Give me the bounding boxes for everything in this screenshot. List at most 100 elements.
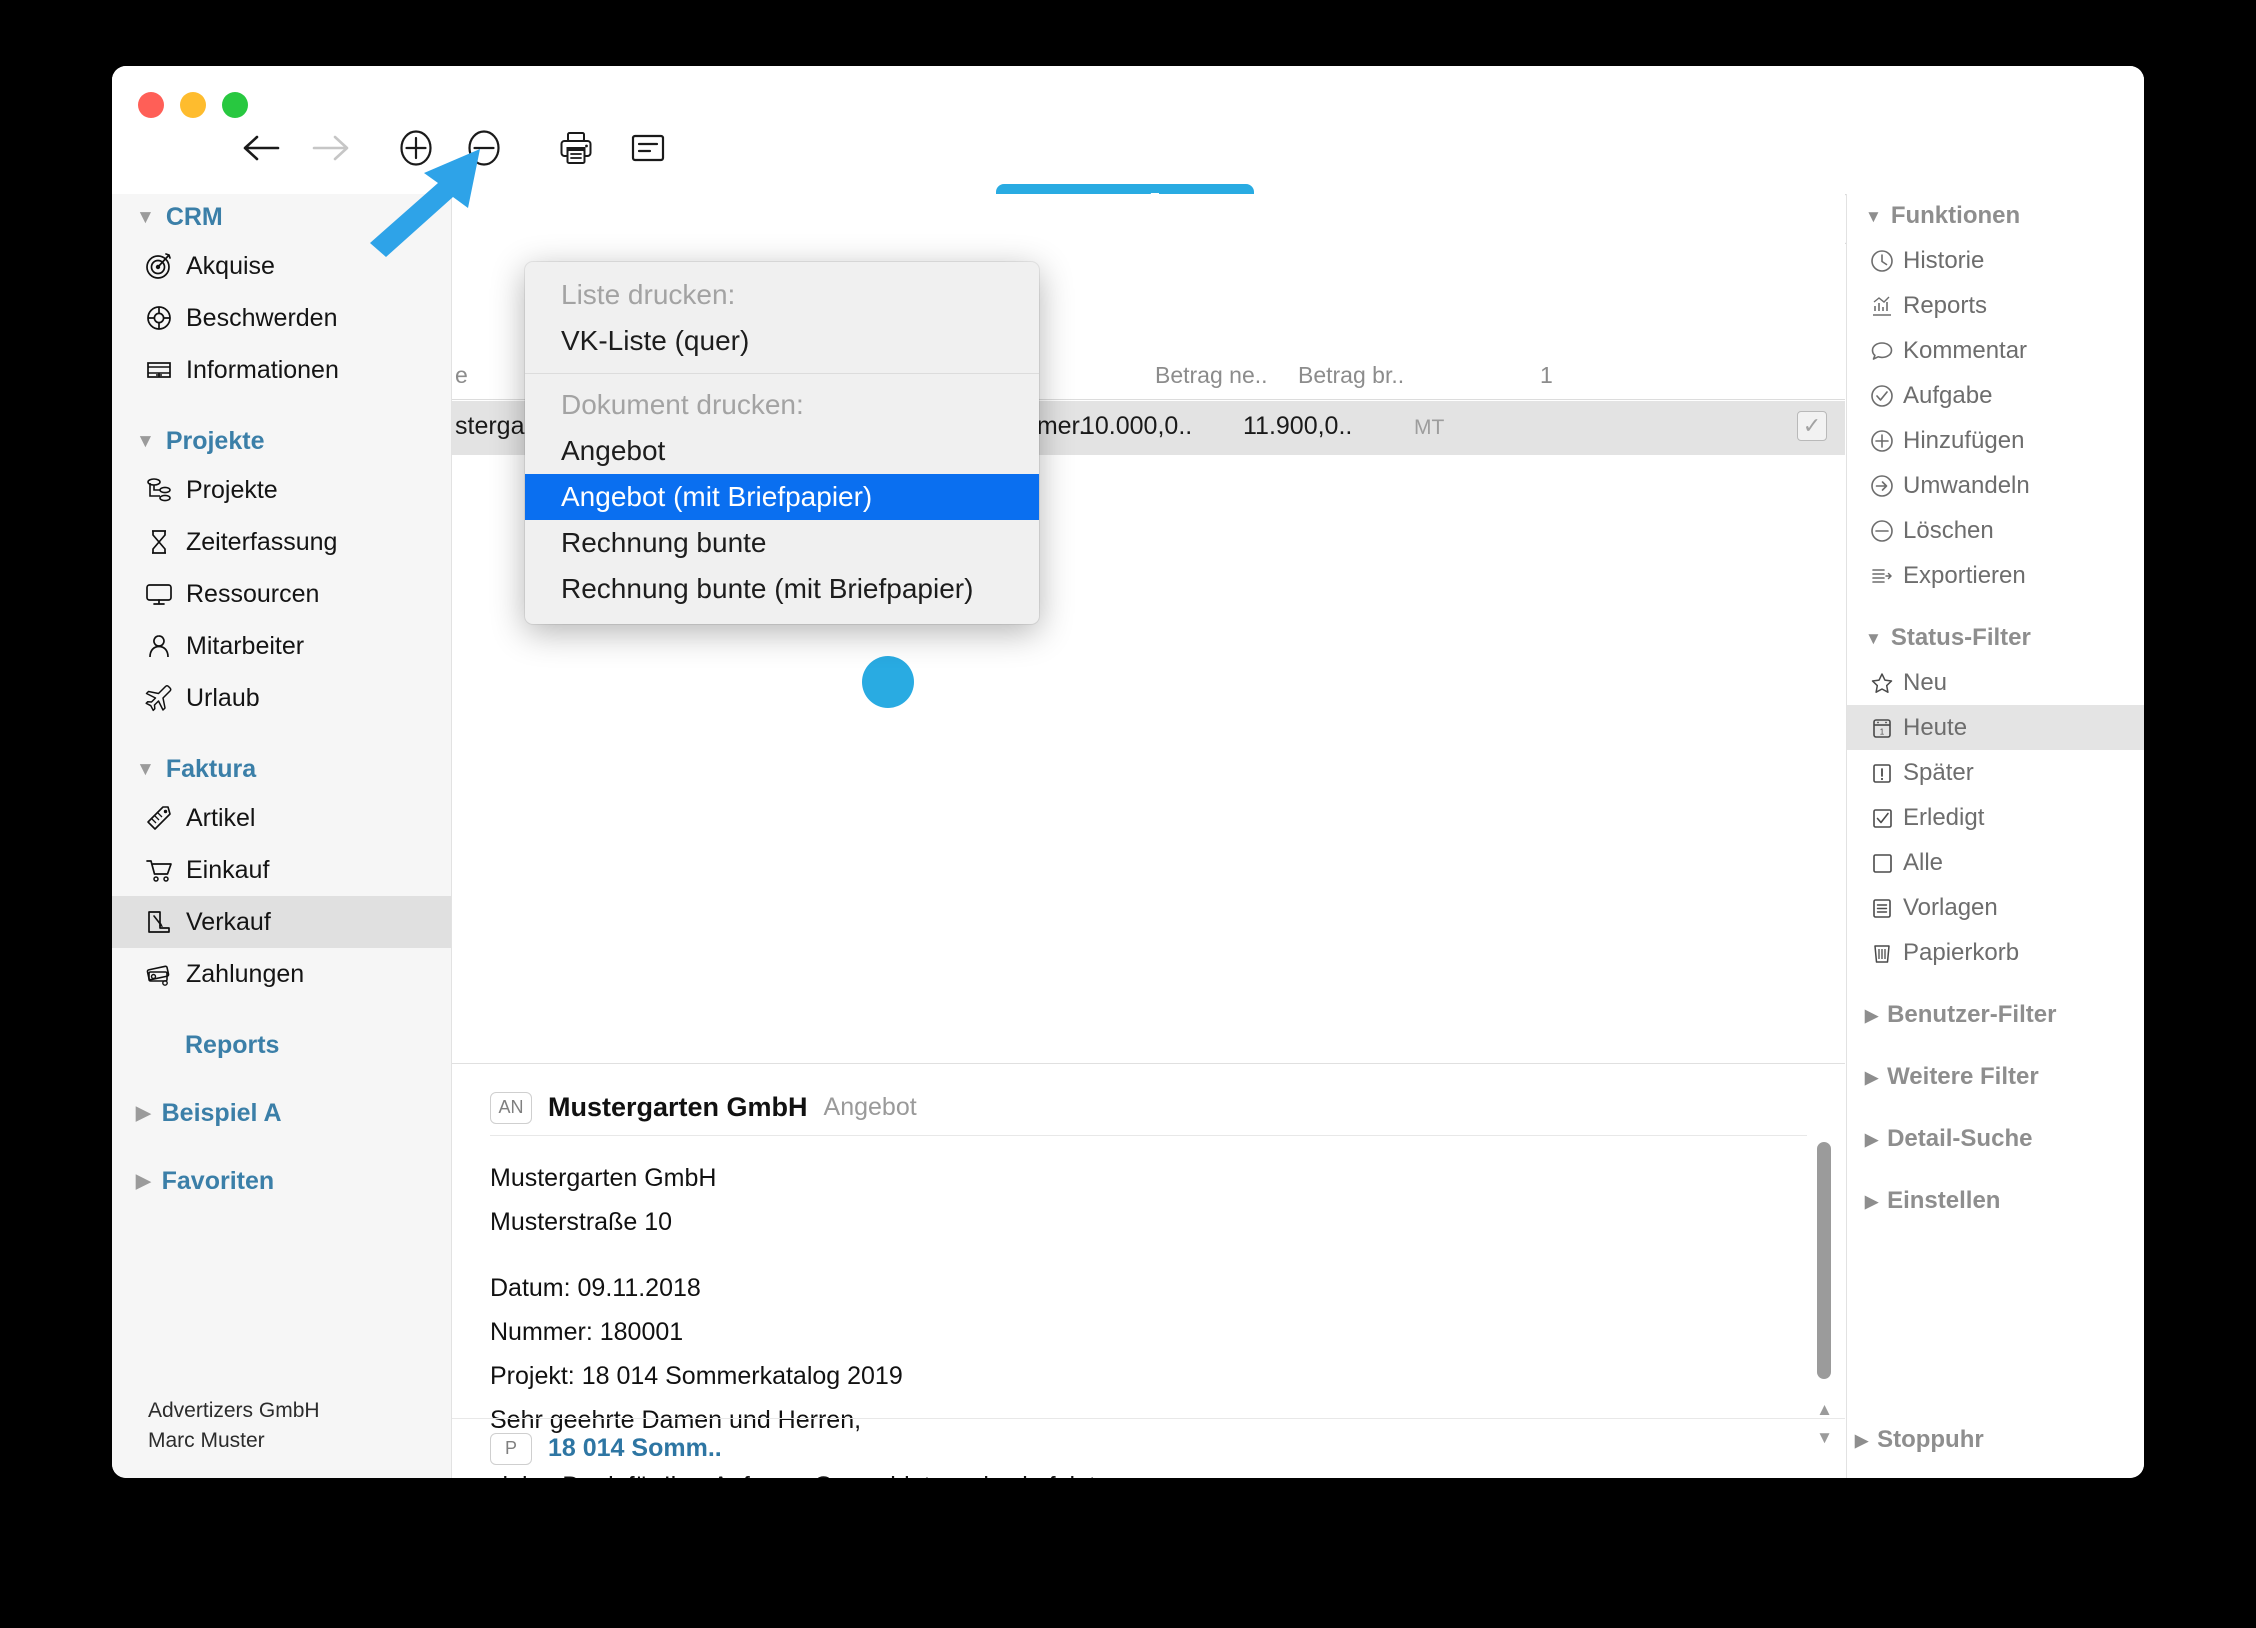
- rightbar-item-label: Umwandeln: [1903, 471, 2030, 499]
- sidebar-link-beispiel-a[interactable]: ▶ Beispiel A: [112, 1090, 451, 1136]
- rightbar-item-neu[interactable]: Neu: [1847, 660, 2144, 705]
- sidebar-item-urlaub[interactable]: Urlaub: [112, 672, 451, 724]
- chevron-down-icon: ▼: [136, 206, 155, 228]
- rightbar-section-funktionen[interactable]: ▼ Funktionen: [1847, 194, 2144, 238]
- sidebar-item-zeiterfassung[interactable]: Zeiterfassung: [112, 516, 451, 568]
- sidebar-item-beschwerden[interactable]: Beschwerden: [112, 292, 451, 344]
- arrow-left-icon: [243, 135, 280, 161]
- arrow-right-circle-icon: [1869, 473, 1903, 499]
- rightbar-item-umwandeln[interactable]: Umwandeln: [1847, 463, 2144, 508]
- footer-company: Advertizers GmbH: [148, 1399, 320, 1422]
- rightbar-item-papierkorb[interactable]: Papierkorb: [1847, 930, 2144, 975]
- rightbar-section-label: Einstellen: [1887, 1187, 2001, 1214]
- rightbar-section-status-filter[interactable]: ▼ Status-Filter: [1847, 616, 2144, 660]
- rightbar-section-stoppuhr[interactable]: ▶ Stoppuhr: [1847, 1418, 2144, 1462]
- sidebar-group-faktura[interactable]: ▼ Faktura: [112, 746, 451, 792]
- menu-item-rechnung-bunte[interactable]: Rechnung bunte: [525, 520, 1039, 566]
- sidebar-group-projekte[interactable]: ▼ Projekte: [112, 418, 451, 464]
- hierarchy-icon: [144, 475, 186, 505]
- checkbox-checked-icon: [1869, 805, 1903, 831]
- monitor-icon: [144, 579, 186, 609]
- print-dropdown-menu[interactable]: Liste drucken: VK-Liste (quer) Dokument …: [525, 262, 1039, 624]
- rightbar-item-hinzufuegen[interactable]: Hinzufügen: [1847, 418, 2144, 463]
- sidebar-item-artikel[interactable]: Artikel: [112, 792, 451, 844]
- hourglass-icon: [144, 527, 186, 557]
- window-maximize-button[interactable]: [222, 92, 248, 118]
- scroll-up-icon[interactable]: ▲: [1816, 1401, 1833, 1418]
- rightbar-item-label: Erledigt: [1903, 803, 1985, 831]
- sidebar-group-label: Projekte: [165, 426, 265, 455]
- menu-item-angebot-mit-briefpapier[interactable]: Angebot (mit Briefpapier): [525, 474, 1039, 520]
- print-button[interactable]: [550, 122, 602, 174]
- menu-item-rechnung-bunte-mit-briefpapier[interactable]: Rechnung bunte (mit Briefpapier): [525, 566, 1039, 612]
- sidebar-link-label: Beispiel A: [161, 1098, 282, 1127]
- footer-user: Marc Muster: [148, 1429, 265, 1452]
- row-checkbox[interactable]: ✓: [1797, 411, 1827, 441]
- rightbar-item-label: Hinzufügen: [1903, 426, 2025, 454]
- chevron-down-icon: ▼: [1865, 628, 1882, 648]
- rightbar-item-heute[interactable]: 1 Heute: [1847, 705, 2144, 750]
- rightbar-section-einstellen[interactable]: ▶ Einstellen: [1847, 1179, 2144, 1223]
- document-line: Projekt: 18 014 Sommerkatalog 2019: [490, 1362, 903, 1390]
- document-scrollbar-thumb[interactable]: [1817, 1142, 1831, 1379]
- floating-action-button[interactable]: [862, 656, 914, 708]
- rightbar-item-label: Papierkorb: [1903, 938, 2020, 966]
- sidebar-link-label: Reports: [185, 1030, 280, 1059]
- project-link[interactable]: 18 014 Somm..: [548, 1434, 722, 1463]
- cell-betrag-netto: 10.000,0..: [1081, 412, 1193, 440]
- rightbar-item-reports[interactable]: Reports: [1847, 283, 2144, 328]
- menu-item-vk-liste-quer[interactable]: VK-Liste (quer): [525, 318, 1039, 364]
- rightbar-section-weitere-filter[interactable]: ▶ Weitere Filter: [1847, 1055, 2144, 1099]
- forward-button[interactable]: [304, 122, 356, 174]
- rightbar-section-label: Funktionen: [1890, 202, 2021, 229]
- column-header-betrag-brutto[interactable]: Betrag br..: [1298, 362, 1404, 389]
- rightbar-section-label: Detail-Suche: [1887, 1125, 2033, 1152]
- rightbar-item-exportieren[interactable]: Exportieren: [1847, 553, 2144, 598]
- checkbox-empty-icon: [1869, 850, 1903, 876]
- document-line: Datum: 09.11.2018: [490, 1274, 701, 1302]
- rightbar-item-alle[interactable]: Alle: [1847, 840, 2144, 885]
- rightbar-item-historie[interactable]: Historie: [1847, 238, 2144, 283]
- sidebar-item-zahlungen[interactable]: Zahlungen: [112, 948, 451, 1000]
- rightbar-item-loeschen[interactable]: Löschen: [1847, 508, 2144, 553]
- column-header-betrag-netto[interactable]: Betrag ne..: [1155, 362, 1268, 389]
- sidebar-item-ressourcen[interactable]: Ressourcen: [112, 568, 451, 620]
- rightbar-item-kommentar[interactable]: Kommentar: [1847, 328, 2144, 373]
- sidebar-item-projekte[interactable]: Projekte: [112, 464, 451, 516]
- rightbar-section-benutzer-filter[interactable]: ▶ Benutzer-Filter: [1847, 993, 2144, 1037]
- rightbar-item-label: Alle: [1903, 848, 1944, 876]
- rightbar-item-vorlagen[interactable]: Vorlagen: [1847, 885, 2144, 930]
- rightbar-item-label: Kommentar: [1903, 336, 2028, 364]
- annotation-arrow-icon: [370, 149, 480, 257]
- rightbar-item-spaeter[interactable]: Später: [1847, 750, 2144, 795]
- rightbar-item-label: Exportieren: [1903, 561, 2026, 589]
- tag-icon: [144, 803, 186, 833]
- cell-user: MT: [1414, 416, 1445, 439]
- sidebar-item-mitarbeiter[interactable]: Mitarbeiter: [112, 620, 451, 672]
- rightbar-item-erledigt[interactable]: Erledigt: [1847, 795, 2144, 840]
- rightbar-item-aufgabe[interactable]: Aufgabe: [1847, 373, 2144, 418]
- sidebar-item-einkauf[interactable]: Einkauf: [112, 844, 451, 896]
- column-header-name[interactable]: e: [455, 362, 468, 389]
- chevron-right-icon: ▶: [1865, 1005, 1879, 1025]
- sidebar-item-verkauf[interactable]: Verkauf: [112, 896, 451, 948]
- sidebar-item-informationen[interactable]: Informationen: [112, 344, 451, 396]
- printer-icon: [560, 132, 592, 164]
- sidebar-footer: Advertizers GmbH Marc Muster: [112, 1396, 451, 1456]
- sidebar-link-favoriten[interactable]: ▶ Favoriten: [112, 1158, 451, 1204]
- rightbar-section-detail-suche[interactable]: ▶ Detail-Suche: [1847, 1117, 2144, 1161]
- document-header: AN Mustergarten GmbH Angebot: [490, 1080, 1807, 1136]
- window-minimize-button[interactable]: [180, 92, 206, 118]
- notes-button[interactable]: [622, 122, 674, 174]
- rightbar-item-label: Neu: [1903, 668, 1948, 696]
- window-close-button[interactable]: [138, 92, 164, 118]
- menu-item-angebot[interactable]: Angebot: [525, 428, 1039, 474]
- back-button[interactable]: [236, 122, 288, 174]
- sidebar-link-reports[interactable]: Reports: [112, 1022, 451, 1068]
- template-icon: [1869, 895, 1903, 921]
